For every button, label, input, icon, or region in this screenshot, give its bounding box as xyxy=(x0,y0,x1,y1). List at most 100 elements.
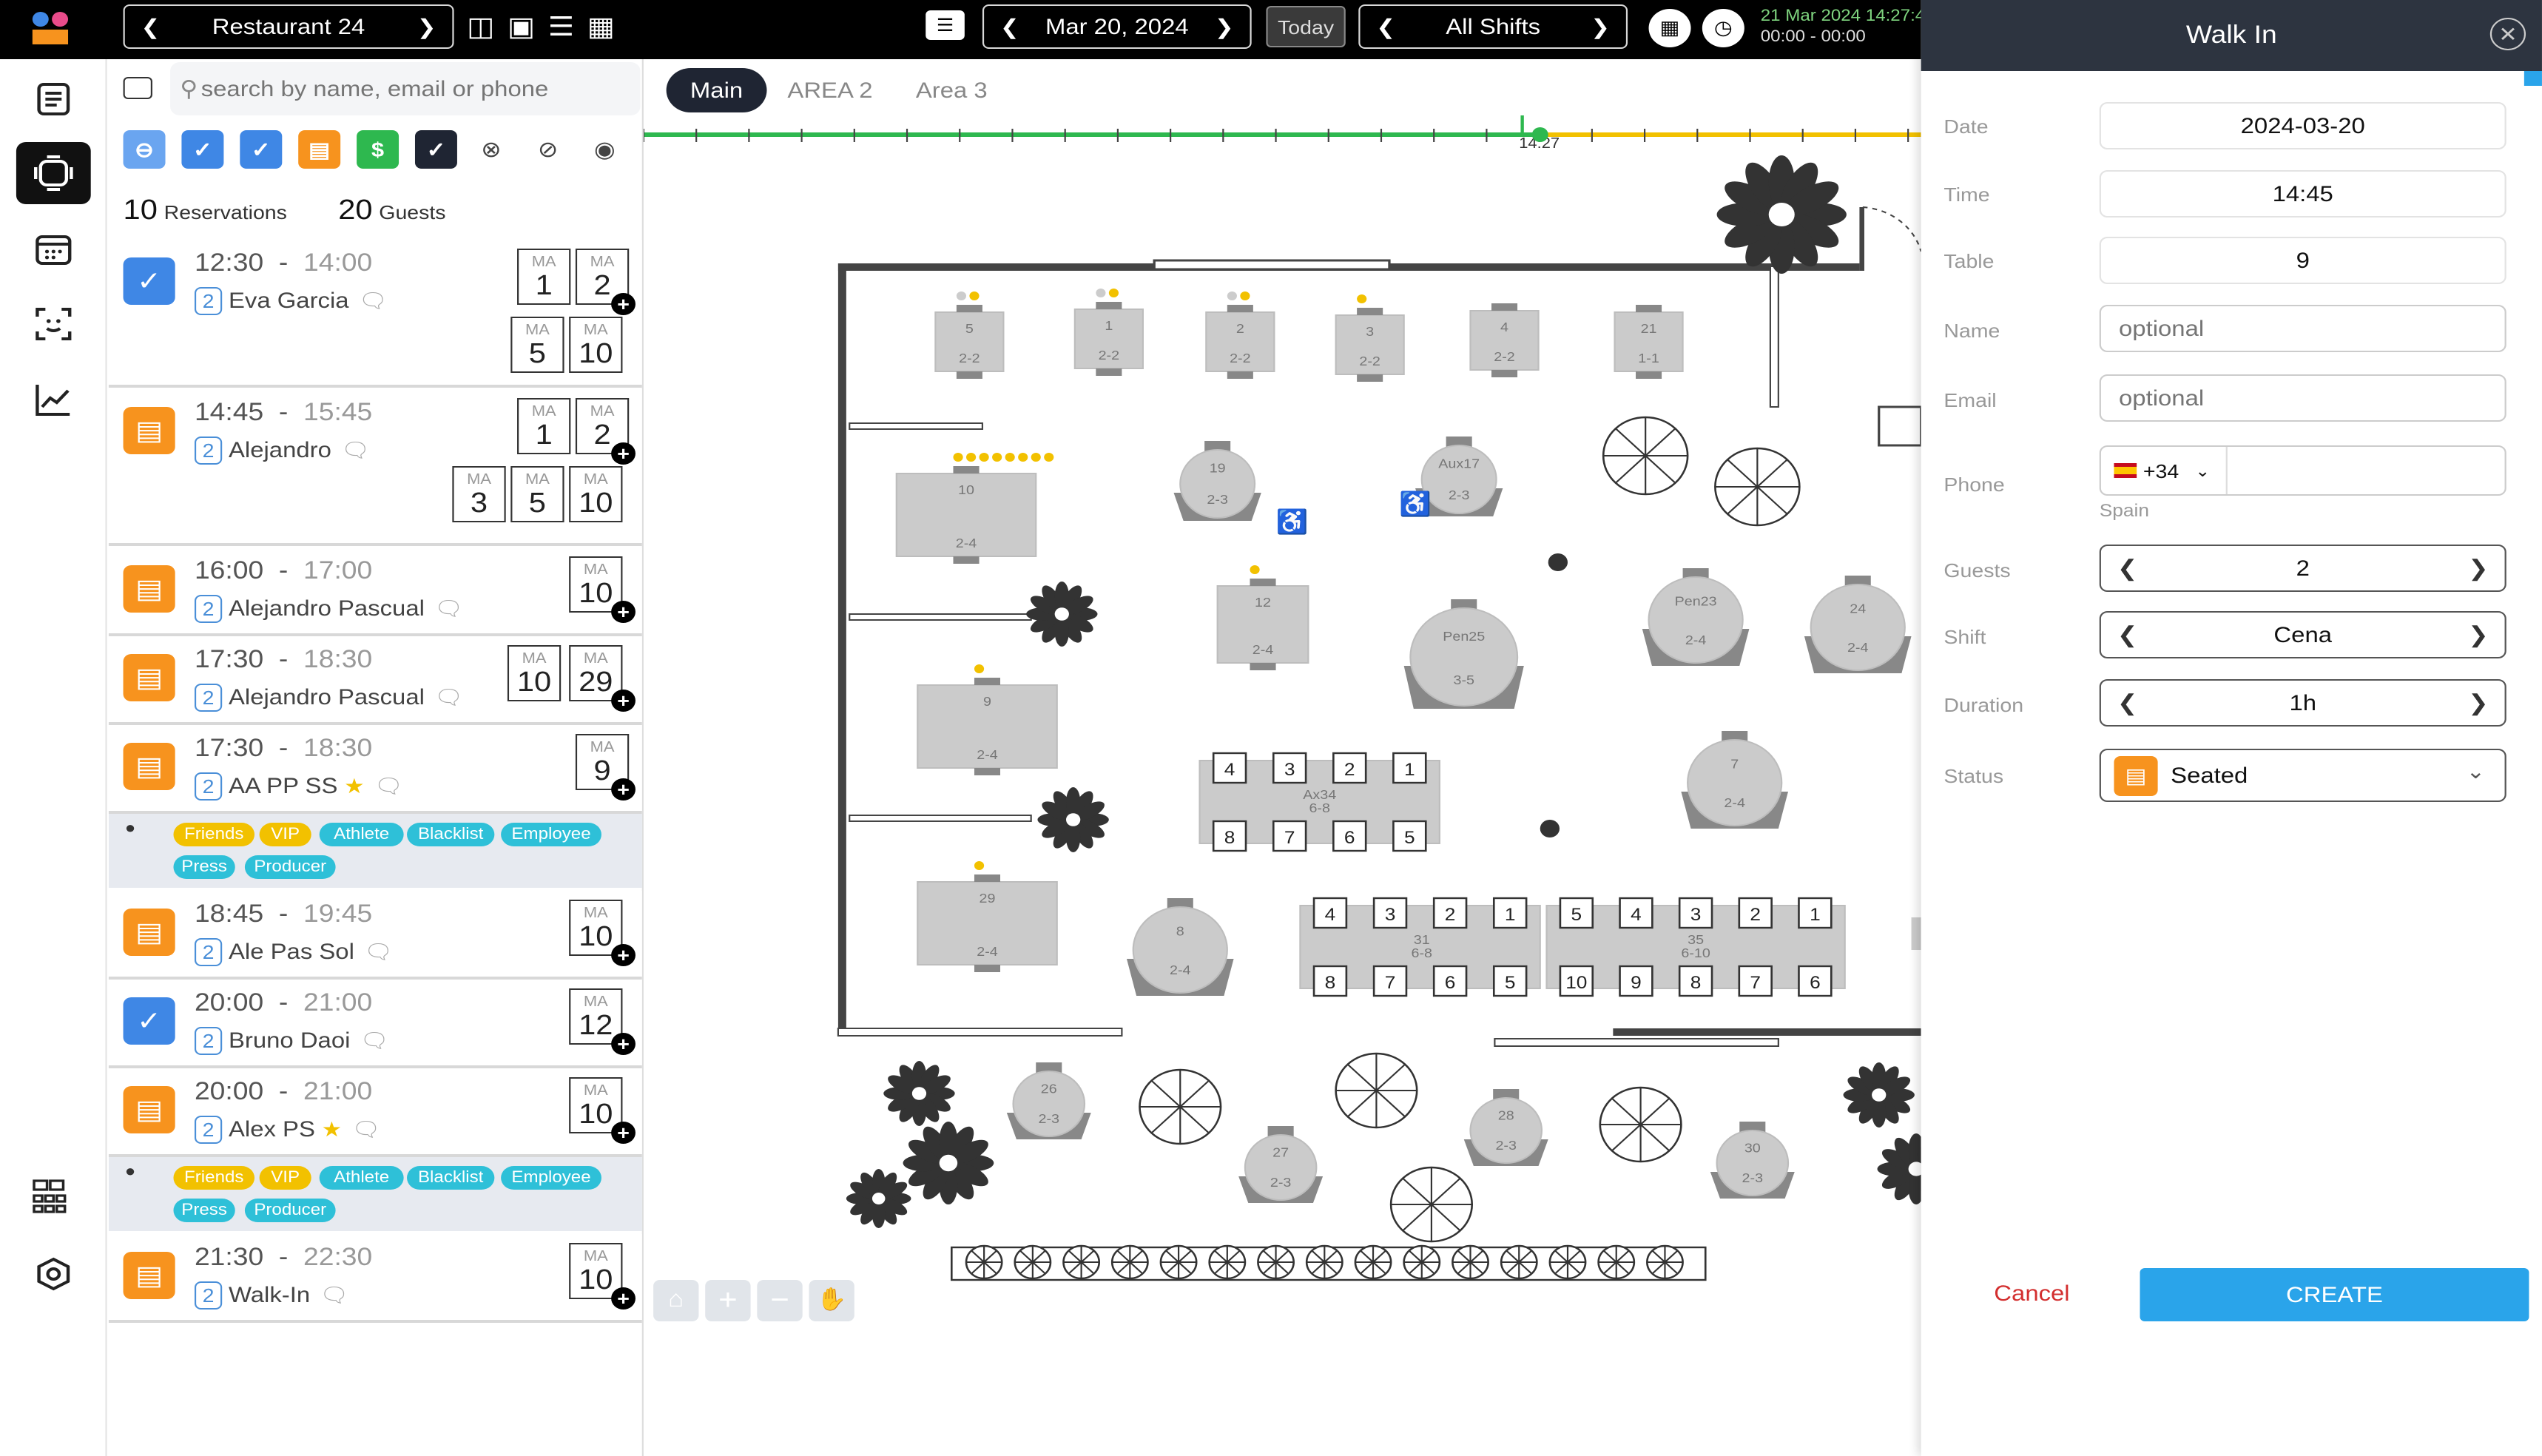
floor-view-icon[interactable]: ▣ xyxy=(508,12,535,43)
chevron-right-icon[interactable]: ❯ xyxy=(2468,555,2489,582)
chevron-right-icon[interactable]: ❯ xyxy=(2468,621,2489,648)
message-icon[interactable]: ☰ xyxy=(926,10,965,40)
table-chip[interactable]: MA 10 xyxy=(569,466,623,522)
floor-table[interactable]: 9 2-4 xyxy=(917,684,1058,769)
chevron-left-icon[interactable]: ❮ xyxy=(2117,690,2138,716)
chevron-left-icon[interactable]: ❮ xyxy=(1000,14,1019,39)
duration-stepper[interactable]: ❮ 1h ❯ xyxy=(2099,679,2506,727)
cancel-button[interactable]: Cancel xyxy=(1994,1281,2069,1307)
comment-icon[interactable]: 🗨 xyxy=(434,596,463,621)
clock-icon[interactable]: ◷ xyxy=(1702,9,1744,47)
close-icon[interactable]: ✕ xyxy=(2489,18,2526,50)
chevron-left-icon[interactable]: ❮ xyxy=(2117,621,2138,648)
reservation-row[interactable]: ▤ 17:30 - 18:30 2 AA PP SS ★ 🗨 MA 9 + xyxy=(108,725,642,814)
split-view-icon[interactable]: ◫ xyxy=(467,12,494,43)
create-button[interactable]: CREATE xyxy=(2140,1268,2529,1321)
seated-status-icon[interactable]: ▤ xyxy=(123,909,175,956)
table-chip[interactable]: MA 3 xyxy=(452,466,506,522)
date-selector[interactable]: ❮ Mar 20, 2024 ❯ xyxy=(982,4,1252,49)
add-table-icon[interactable]: + xyxy=(611,442,636,465)
layout-icon[interactable]: ▦ xyxy=(1648,9,1691,47)
bars-view-icon[interactable]: ▦ xyxy=(587,12,615,43)
floor-table[interactable]: 27 2-3 xyxy=(1238,1126,1324,1203)
filter-hidden-icon[interactable]: ◉ xyxy=(585,130,624,169)
comment-icon[interactable]: 🗨 xyxy=(320,1283,348,1308)
floor-table[interactable]: 26 2-3 xyxy=(1006,1062,1091,1139)
table-chip[interactable]: MA 10 xyxy=(507,645,562,701)
status-select[interactable]: ▤ Seated ⌄ xyxy=(2099,749,2506,802)
chevron-right-icon[interactable]: ❯ xyxy=(1591,14,1610,39)
filter-cancelled-icon[interactable]: ⊗ xyxy=(472,130,511,169)
today-button[interactable]: Today xyxy=(1266,6,1346,47)
guests-stepper[interactable]: ❮ 2 ❯ xyxy=(2099,545,2506,592)
filter-paid-button[interactable]: $ xyxy=(357,130,399,169)
zoom-in-icon[interactable]: + xyxy=(705,1280,751,1321)
comment-icon[interactable]: 🗨 xyxy=(359,289,388,314)
name-field-wrap[interactable] xyxy=(2099,305,2506,352)
seated-status-icon[interactable]: ▤ xyxy=(123,1252,175,1299)
search-box[interactable]: ⚲ xyxy=(170,62,641,115)
filter-seated-button[interactable]: ▤ xyxy=(298,130,341,169)
shift-selector[interactable]: ❮ All Shifts ❯ xyxy=(1358,4,1628,49)
date-field[interactable]: 2024-03-20 xyxy=(2099,102,2506,149)
floor-table[interactable]: 30 2-3 xyxy=(1710,1122,1795,1199)
reservation-row[interactable]: ✓ 12:30 - 14:00 2 Eva Garcia 🗨 MA 1 MA 2 MA 5 MA 10 + xyxy=(108,240,642,388)
table-chip[interactable]: MA 1 xyxy=(517,249,571,305)
home-icon[interactable]: ⌂ xyxy=(653,1280,699,1321)
reservation-row[interactable]: ▤ 18:45 - 19:45 2 Ale Pas Sol 🗨 MA 10 + xyxy=(108,891,642,980)
chevron-left-icon[interactable]: ❮ xyxy=(141,14,161,39)
seated-status-icon[interactable]: ▤ xyxy=(123,654,175,701)
sidebar-item-floor[interactable] xyxy=(16,142,91,204)
reservation-row[interactable]: ▤ 16:00 - 17:00 2 Alejandro Pascual 🗨 MA 10 + xyxy=(108,547,642,636)
timeline-view-icon[interactable]: ☰ xyxy=(548,12,574,43)
add-table-icon[interactable]: + xyxy=(611,1122,636,1144)
filter-all-button[interactable]: ⊖ xyxy=(123,130,166,169)
phone-input[interactable] xyxy=(2227,447,2504,494)
add-table-icon[interactable]: + xyxy=(611,1287,636,1310)
table-chip[interactable]: MA 5 xyxy=(510,466,564,522)
add-table-icon[interactable]: + xyxy=(611,601,636,623)
filter-partial-button[interactable]: ✓ xyxy=(240,130,283,169)
floor-table[interactable]: 10 2-4 xyxy=(895,473,1037,557)
comment-icon[interactable]: 🗨 xyxy=(434,685,463,710)
sidebar-item-list[interactable] xyxy=(16,68,91,130)
comment-icon[interactable]: 🗨 xyxy=(374,774,403,799)
add-table-icon[interactable]: + xyxy=(611,293,636,315)
chevron-left-icon[interactable]: ❮ xyxy=(2117,555,2138,582)
name-input[interactable] xyxy=(2100,306,2505,351)
floor-table[interactable]: 1 2-2 xyxy=(1073,309,1144,369)
confirmed-status-icon[interactable]: ✓ xyxy=(123,257,175,305)
floor-table[interactable]: 28 2-3 xyxy=(1463,1089,1548,1166)
add-table-icon[interactable]: + xyxy=(611,690,636,712)
table-chip[interactable]: MA 5 xyxy=(510,317,564,373)
table-field[interactable]: 9 xyxy=(2099,237,2506,284)
phone-field[interactable]: +34 ⌄ xyxy=(2099,445,2506,496)
seated-status-icon[interactable]: ▤ xyxy=(123,565,175,613)
sidebar-item-guests[interactable] xyxy=(16,293,91,355)
reservation-row[interactable]: ▤ 17:30 - 18:30 2 Alejandro Pascual 🗨 MA 10 MA 2… xyxy=(108,636,642,725)
floor-table[interactable]: 7 2-4 xyxy=(1681,731,1789,829)
floor-table[interactable]: 2 2-2 xyxy=(1205,311,1275,372)
add-table-icon[interactable]: + xyxy=(611,944,636,966)
floor-table[interactable]: 29 2-4 xyxy=(917,881,1058,965)
combo-table[interactable]: 48372615316-8 xyxy=(1299,897,1541,997)
table-chip[interactable]: MA 1 xyxy=(517,398,571,454)
comment-icon[interactable]: 🗨 xyxy=(341,438,370,463)
shift-stepper[interactable]: ❮ Cena ❯ xyxy=(2099,611,2506,658)
reservation-row[interactable]: ▤ 14:45 - 15:45 2 Alejandro 🗨 MA 1 MA 2 MA 3 MA 5 MA 1… xyxy=(108,389,642,546)
email-field-wrap[interactable] xyxy=(2099,374,2506,422)
filter-finished-button[interactable]: ✓ xyxy=(414,130,457,169)
combo-table[interactable]: 51049382716356-10 xyxy=(1545,897,1846,997)
reservation-row[interactable]: ✓ 20:00 - 21:00 2 Bruno Daoi 🗨 MA 12 + xyxy=(108,980,642,1068)
floor-table[interactable]: 19 2-3 xyxy=(1173,441,1261,521)
add-table-icon[interactable]: + xyxy=(611,1033,636,1055)
reservation-row[interactable]: ▤ 20:00 - 21:00 2 Alex PS ★ 🗨 MA 10 + xyxy=(108,1068,642,1157)
filter-noshow-icon[interactable]: ⊘ xyxy=(528,130,567,169)
chevron-right-icon[interactable]: ❯ xyxy=(1215,14,1234,39)
comment-icon[interactable]: 🗨 xyxy=(364,940,393,965)
chevron-right-icon[interactable]: ❯ xyxy=(2468,690,2489,716)
seated-status-icon[interactable]: ▤ xyxy=(123,407,175,454)
floor-table[interactable]: Pen25 3-5 xyxy=(1403,599,1524,709)
floor-table[interactable]: Pen23 2-4 xyxy=(1642,568,1750,666)
email-input[interactable] xyxy=(2100,376,2505,420)
